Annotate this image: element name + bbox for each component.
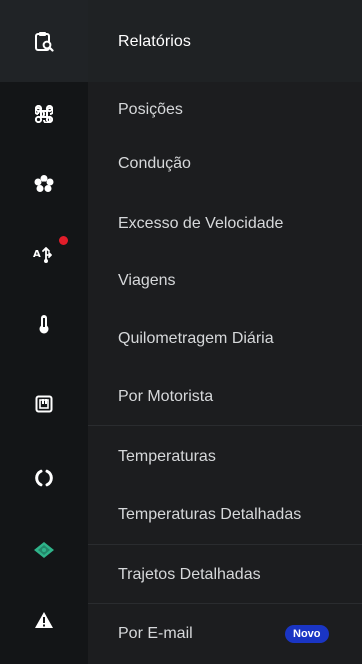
shield-icon[interactable] bbox=[32, 538, 56, 562]
menu-item-label: Por E-mail bbox=[118, 625, 193, 642]
page-title: Relatórios bbox=[118, 33, 192, 50]
menu-item-label: Excesso de Velocidade bbox=[118, 215, 284, 232]
menu-item-label: Temperaturas Detalhadas bbox=[118, 506, 302, 523]
menu-item-por-motorista[interactable]: Por Motorista bbox=[88, 369, 362, 425]
menu-item-por-email[interactable]: Por E-mail Novo bbox=[88, 606, 362, 662]
notification-dot bbox=[59, 236, 68, 245]
menu-divider bbox=[88, 544, 362, 545]
menu-item-label: Posições bbox=[118, 101, 183, 118]
menu-item-temperaturas-detalhadas[interactable]: Temperaturas Detalhadas bbox=[88, 487, 362, 543]
reports-menu: Posições Condução Excesso de Velocidade … bbox=[88, 82, 362, 664]
menu-item-quilometragem-diaria[interactable]: Quilometragem Diária bbox=[88, 311, 362, 367]
menu-divider bbox=[88, 603, 362, 604]
thermometer-icon[interactable] bbox=[32, 312, 56, 336]
menu-item-label: Temperaturas bbox=[118, 448, 216, 465]
menu-item-label: Viagens bbox=[118, 272, 176, 289]
menu-item-trajetos-detalhadas[interactable]: Trajetos Detalhadas bbox=[88, 547, 362, 603]
menu-item-temperaturas[interactable]: Temperaturas bbox=[88, 429, 362, 485]
flower-icon[interactable] bbox=[32, 172, 56, 196]
command-icon[interactable] bbox=[32, 102, 56, 126]
menu-item-viagens[interactable]: Viagens bbox=[88, 253, 362, 309]
routing-icon[interactable]: A bbox=[32, 242, 56, 266]
warning-icon[interactable] bbox=[32, 608, 56, 632]
menu-item-excesso-de-velocidade[interactable]: Excesso de Velocidade bbox=[88, 196, 362, 252]
reports-menu-panel: A Relatórios Posições Condução Excesso d… bbox=[0, 0, 362, 664]
menu-item-label: Condução bbox=[118, 155, 191, 172]
menu-item-label: Trajetos Detalhadas bbox=[118, 566, 261, 583]
report-search-icon[interactable] bbox=[32, 30, 56, 54]
calendar-icon[interactable] bbox=[32, 392, 56, 416]
icon-rail: A bbox=[0, 0, 88, 664]
svg-text:A: A bbox=[33, 249, 41, 260]
menu-item-label: Quilometragem Diária bbox=[118, 330, 274, 347]
menu-item-posicoes[interactable]: Posições bbox=[88, 82, 362, 138]
circle-arcs-icon[interactable] bbox=[32, 466, 56, 490]
menu-item-label: Por Motorista bbox=[118, 388, 214, 405]
menu-item-conducao[interactable]: Condução bbox=[88, 136, 362, 192]
new-badge: Novo bbox=[285, 625, 329, 643]
menu-divider bbox=[88, 425, 362, 426]
